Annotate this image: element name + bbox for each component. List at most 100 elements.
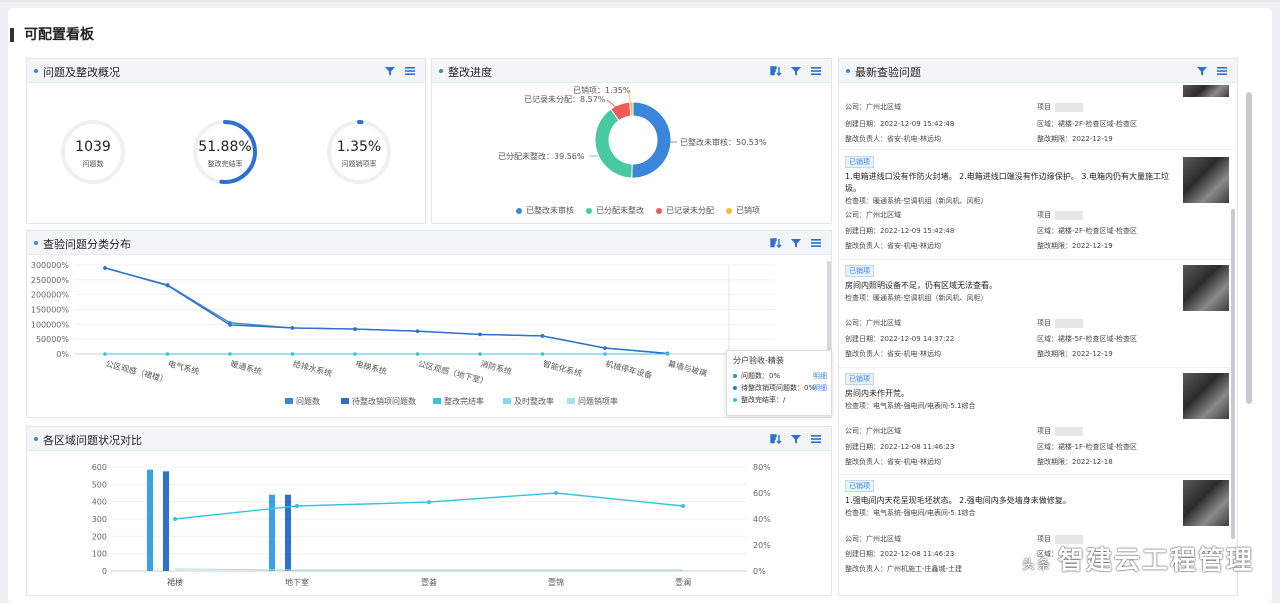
bar	[147, 469, 153, 571]
y-tick-label: 300	[92, 515, 107, 524]
data-point	[603, 346, 607, 350]
issue-photo[interactable]	[1183, 157, 1229, 203]
issue-item[interactable]: 已销项 1.强电间内天花呈现毛坯状态。 2.强电间内多处墙身未做修复。 检查项：…	[845, 480, 1233, 518]
legend-item[interactable]: 已销项	[726, 205, 760, 216]
legend-item[interactable]: 已整改未审核	[516, 205, 574, 216]
legend-swatch	[503, 398, 511, 404]
overview-card: 问题及整改概况 1039 问题数 51.88% 整改完结率 1.35% 问题销项…	[26, 58, 426, 224]
menu-icon[interactable]	[809, 432, 823, 446]
pie-slice	[594, 108, 633, 179]
ring-value: 1.35%	[336, 139, 382, 155]
y-tick-label: 0%	[56, 350, 69, 359]
menu-icon[interactable]	[1215, 64, 1229, 78]
detail-link[interactable]: 明细	[813, 382, 827, 394]
sort-icon[interactable]	[769, 432, 783, 446]
issue-company: 公司：广州北区域	[845, 427, 901, 435]
issue-check: 检查项：电气系统-强电间/电表间-5.1综合	[845, 402, 976, 410]
x-tick-label: 电气系统	[167, 358, 200, 376]
progress-legend: 已整改未审核 已分配未整改 已记录未分配 已销项	[516, 205, 760, 216]
top-divider	[0, 0, 1280, 2]
issue-photo[interactable]	[1183, 373, 1229, 419]
page-scrollbar[interactable]	[1246, 92, 1252, 404]
issue-created: 创建日期：2022-12-09 15:42:48	[845, 227, 955, 235]
issue-desc: 1.电箱进线口没有作防火封堵。 2.电箱进线口端没有作边缘保护。 3.电箱内仍有…	[845, 172, 1169, 193]
x-tick-label: 地下室	[285, 577, 309, 587]
issue-area: 区域：裙楼-5F-检查区域-检查区	[1037, 335, 1138, 343]
data-point	[295, 504, 299, 508]
filter-icon[interactable]	[789, 236, 803, 250]
issue-owner: 整改负责人：省安-机电-林远均	[845, 350, 942, 358]
issue-created: 创建日期：2022-12-09 14:37:22	[845, 335, 955, 343]
overview-card-header: 问题及整改概况	[27, 59, 425, 83]
data-point	[540, 352, 545, 356]
legend-item[interactable]: 已分配未整改	[586, 205, 644, 216]
data-point	[228, 323, 232, 327]
issue-photo[interactable]	[1183, 480, 1229, 526]
issue-deadline: 整改期限：2022-12-19	[1037, 135, 1113, 143]
y-tick-label: 200	[92, 532, 107, 541]
region-title: 各区域问题状况对比	[43, 434, 142, 447]
issue-company: 公司：广州北区域	[845, 211, 901, 219]
ring-label: 问题数	[82, 160, 104, 168]
issue-company: 公司：广州北区域	[845, 103, 901, 111]
divider	[839, 149, 1233, 150]
x-tick-label: 裙楼	[167, 577, 183, 587]
progress-card: 整改进度 已整改未审核：50.53% 已分配未整改：39.56% 已记录未分配：…	[431, 58, 832, 224]
ring-issue-count: 1039 问题数	[60, 119, 126, 185]
pie-label-closed: 已销项：1.35%	[573, 85, 631, 95]
chart-tooltip: 分户验收-精装 问题数：0% 明细 待整改销项问题数：0% 明细 整改完结率：/	[726, 350, 832, 416]
menu-icon[interactable]	[403, 64, 417, 78]
issue-item[interactable]: 已销项 房间内未作开荒。 检查项：电气系统-强电间/电表间-5.1综合	[845, 373, 1233, 411]
title-dot-icon	[34, 241, 38, 245]
issue-check: 检查项：暖通系统-空调机组（新风机、风柜）	[845, 197, 988, 205]
issue-photo[interactable]	[1183, 265, 1229, 311]
issue-photo[interactable]	[1183, 85, 1229, 97]
series-line	[104, 267, 668, 355]
divider	[839, 367, 1233, 368]
legend-label: 及时整改率	[514, 396, 554, 406]
legend-item[interactable]: 已记录未分配	[656, 205, 714, 216]
filter-icon[interactable]	[789, 432, 803, 446]
filter-icon[interactable]	[383, 64, 397, 78]
region-combo-chart: 0 100 200 300 400 500 600 0% 20% 40% 60% 80% 裙楼 地下室 壹荟…	[92, 463, 771, 587]
filter-icon[interactable]	[789, 64, 803, 78]
menu-icon[interactable]	[809, 64, 823, 78]
data-point	[478, 332, 482, 337]
title-dot-icon	[439, 69, 443, 73]
data-point	[173, 517, 177, 521]
issue-project: 项目	[1037, 102, 1083, 112]
issue-company: 公司：广州北区域	[845, 319, 901, 327]
issue-project: 项目	[1037, 210, 1083, 220]
category-dist-card: 查验问题分类分布 0% 50000% 100000% 150000% 200000% 25…	[26, 230, 832, 418]
series-line	[174, 492, 684, 520]
legend-label: 待整改销项问题数	[352, 396, 416, 406]
status-badge: 已销项	[845, 156, 874, 168]
data-point	[103, 266, 107, 270]
sort-icon[interactable]	[769, 236, 783, 250]
status-badge: 已销项	[845, 480, 874, 492]
page-title: 可配置看板	[10, 28, 94, 42]
legend-swatch	[433, 398, 441, 404]
tooltip-row: 待整改销项问题数：0% 明细	[733, 382, 827, 394]
y-tick-label: 500	[92, 480, 107, 489]
issue-company: 公司：广州北区域	[845, 535, 901, 543]
issue-owner: 整改负责人：广州机施工-庄鑫城-土建	[845, 565, 963, 573]
detail-link[interactable]: 明细	[813, 370, 827, 382]
issue-area: 区域：裙楼-2F-检查区域-检查区	[1037, 227, 1138, 235]
y-tick-label: 300000%	[31, 261, 70, 270]
y-tick-label: 50000%	[36, 335, 69, 344]
list-scrollbar[interactable]	[1231, 209, 1235, 539]
region-card-header: 各区域问题状况对比	[27, 427, 831, 451]
tooltip-title: 分户验收-精装	[733, 356, 784, 365]
sort-icon[interactable]	[769, 64, 783, 78]
tooltip-row: 整改完结率：/	[733, 394, 825, 406]
ring-label: 整改完结率	[207, 160, 243, 168]
data-point	[290, 326, 295, 330]
ring-completion-rate: 51.88% 整改完结率	[192, 119, 258, 185]
y-tick-label: 0	[102, 567, 107, 576]
menu-icon[interactable]	[809, 236, 823, 250]
issue-item[interactable]: 已销项 房间内照明设备不足，仍有区域无法查看。 检查项：暖通系统-空调机组（新风…	[845, 265, 1233, 303]
filter-icon[interactable]	[1195, 64, 1209, 78]
issue-item[interactable]: 已销项 1.电箱进线口没有作防火封堵。 2.电箱进线口端没有作边缘保护。 3.电…	[845, 156, 1233, 206]
bar	[163, 471, 169, 571]
